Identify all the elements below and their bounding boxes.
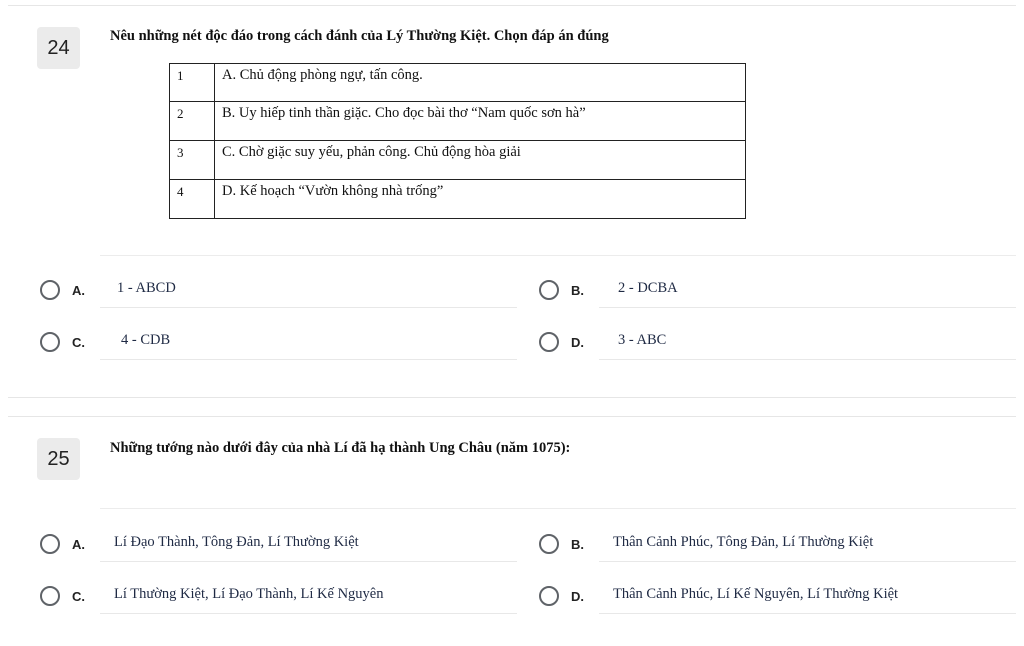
- option-b[interactable]: B. Thân Cảnh Phúc, Tông Đản, Lí Thường K…: [539, 534, 1019, 564]
- option-a[interactable]: A. Lí Đạo Thành, Tông Đản, Lí Thường Kiệ…: [40, 534, 520, 564]
- question-25: 25 Những tướng nào dưới đây của nhà Lí đ…: [0, 0, 1024, 646]
- option-letter: C.: [72, 589, 85, 604]
- option-text: Lí Đạo Thành, Tông Đản, Lí Thường Kiệt: [114, 534, 359, 550]
- option-letter: A.: [72, 537, 85, 552]
- question-text: Những tướng nào dưới đây của nhà Lí đã h…: [110, 440, 571, 456]
- option-underline: [599, 613, 1016, 614]
- option-underline: [599, 561, 1016, 562]
- option-text: Lí Thường Kiệt, Lí Đạo Thành, Lí Kế Nguy…: [114, 586, 384, 602]
- radio-button[interactable]: [40, 534, 60, 554]
- options-top-line: [100, 508, 1016, 509]
- radio-button[interactable]: [539, 586, 559, 606]
- option-underline: [100, 561, 517, 562]
- option-text: Thân Cảnh Phúc, Lí Kế Nguyên, Lí Thường …: [613, 586, 899, 602]
- option-underline: [100, 613, 517, 614]
- question-number: 25: [37, 438, 80, 480]
- radio-button[interactable]: [539, 534, 559, 554]
- option-letter: B.: [571, 537, 584, 552]
- option-text: Thân Cảnh Phúc, Tông Đản, Lí Thường Kiệt: [613, 534, 874, 550]
- option-letter: D.: [571, 589, 584, 604]
- option-c[interactable]: C. Lí Thường Kiệt, Lí Đạo Thành, Lí Kế N…: [40, 586, 520, 616]
- radio-button[interactable]: [40, 586, 60, 606]
- option-d[interactable]: D. Thân Cảnh Phúc, Lí Kế Nguyên, Lí Thườ…: [539, 586, 1019, 616]
